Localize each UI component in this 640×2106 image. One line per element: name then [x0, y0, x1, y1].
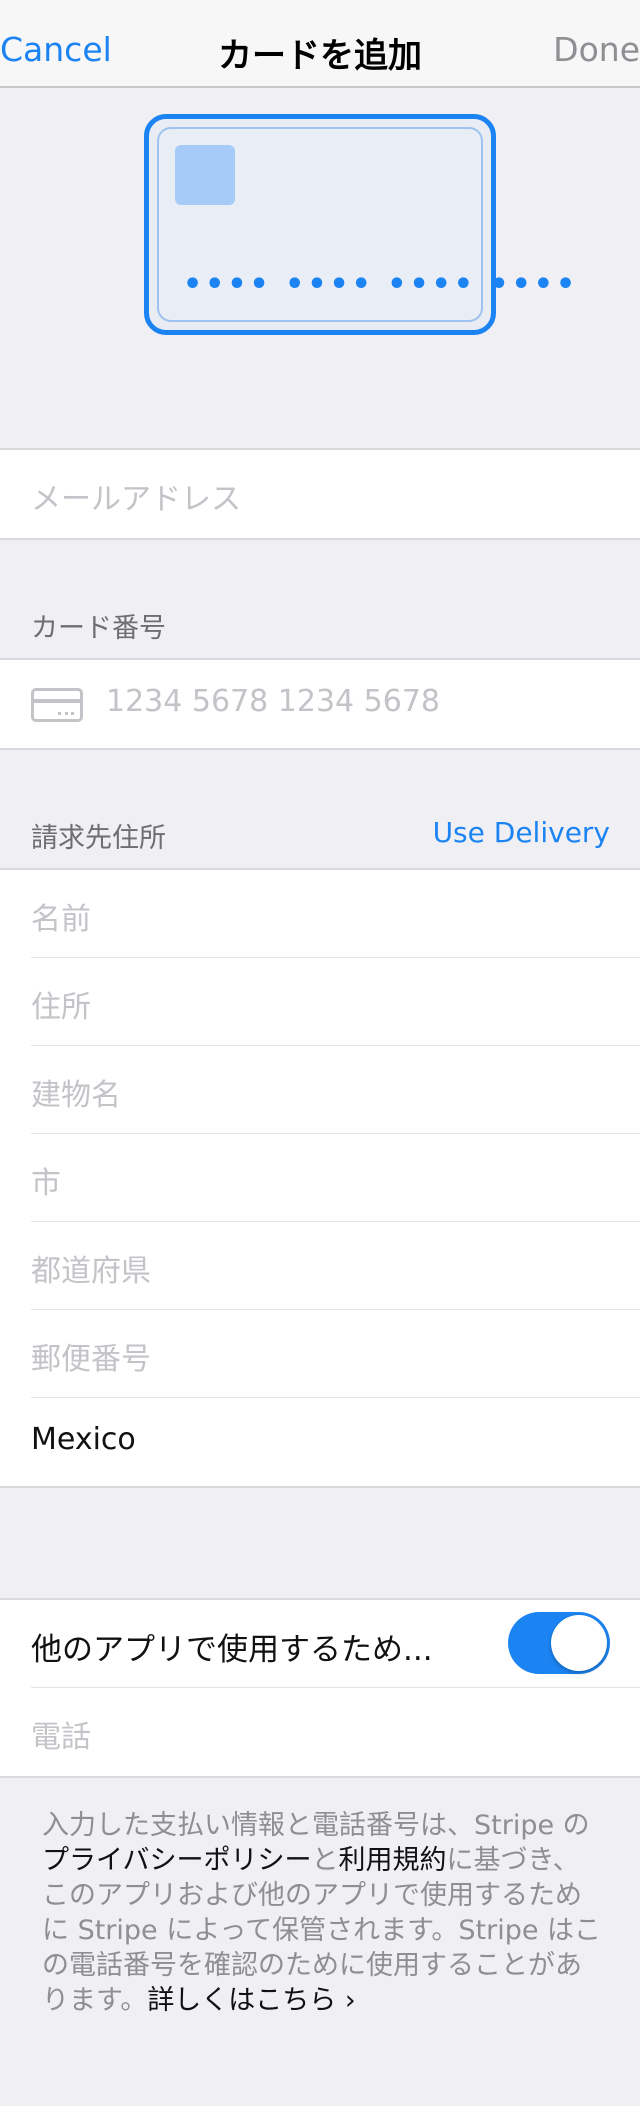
page-title: カードを追加	[218, 36, 422, 76]
postal-code-field[interactable]: 郵便番号	[31, 1310, 640, 1398]
save-toggle[interactable]	[508, 1612, 610, 1674]
card-number-placeholder: 1234 5678 1234 5678	[106, 684, 440, 719]
privacy-policy-link[interactable]: プライバシーポリシー	[42, 1845, 311, 1876]
country-value: Mexico	[31, 1422, 136, 1457]
disclosure-part-1: 入力した支払い情報と電話番号は、Stripe の	[42, 1810, 590, 1841]
disclosure-part-2: と	[311, 1845, 339, 1876]
card-number-header: カード番号	[31, 613, 166, 644]
email-group: メールアドレス	[0, 448, 640, 540]
building-field[interactable]: 建物名	[31, 1046, 640, 1134]
learn-more-link[interactable]: 詳しくはこちら ›	[147, 1985, 355, 2016]
disclosure-text: 入力した支払い情報と電話番号は、Stripe のプライバシーポリシーと利用規約に…	[42, 1808, 602, 2018]
card-number-mask: •••• •••• •••• ••••	[183, 267, 579, 302]
prefecture-placeholder: 都道府県	[31, 1254, 151, 1289]
email-field[interactable]: メールアドレス	[31, 450, 640, 538]
email-placeholder: メールアドレス	[31, 482, 241, 517]
save-toggle-label: 他のアプリで使用するため...	[31, 1632, 433, 1668]
navigation-bar: Cancel カードを追加 Done	[0, 0, 640, 88]
name-placeholder: 名前	[31, 902, 91, 937]
toggle-knob	[551, 1615, 607, 1671]
name-field[interactable]: 名前	[31, 870, 640, 958]
phone-field[interactable]: 電話	[31, 1688, 640, 1776]
card-preview: •••• •••• •••• ••••	[144, 114, 575, 335]
country-field[interactable]: Mexico	[31, 1398, 640, 1486]
billing-header: 請求先住所	[31, 823, 166, 854]
phone-placeholder: 電話	[31, 1720, 91, 1755]
card-number-field[interactable]: 1234 5678 1234 5678	[0, 660, 640, 748]
use-delivery-button[interactable]: Use Delivery	[433, 816, 610, 849]
done-button[interactable]: Done	[553, 30, 640, 69]
terms-link[interactable]: 利用規約	[338, 1845, 446, 1876]
city-field[interactable]: 市	[31, 1134, 640, 1222]
save-toggle-row: 他のアプリで使用するため...	[31, 1600, 640, 1688]
prefecture-field[interactable]: 都道府県	[31, 1222, 640, 1310]
postal-code-placeholder: 郵便番号	[31, 1342, 151, 1377]
card-number-group: 1234 5678 1234 5678	[0, 658, 640, 750]
credit-card-icon	[31, 688, 83, 722]
building-placeholder: 建物名	[31, 1078, 121, 1113]
card-chip-icon	[175, 145, 235, 205]
city-placeholder: 市	[31, 1166, 61, 1201]
billing-group: 名前 住所 建物名 市 都道府県 郵便番号 Mexico	[0, 868, 640, 1488]
save-info-group: 他のアプリで使用するため... 電話	[0, 1598, 640, 1778]
card-face: •••• •••• •••• ••••	[157, 127, 575, 322]
address-placeholder: 住所	[31, 990, 91, 1025]
address-field[interactable]: 住所	[31, 958, 640, 1046]
